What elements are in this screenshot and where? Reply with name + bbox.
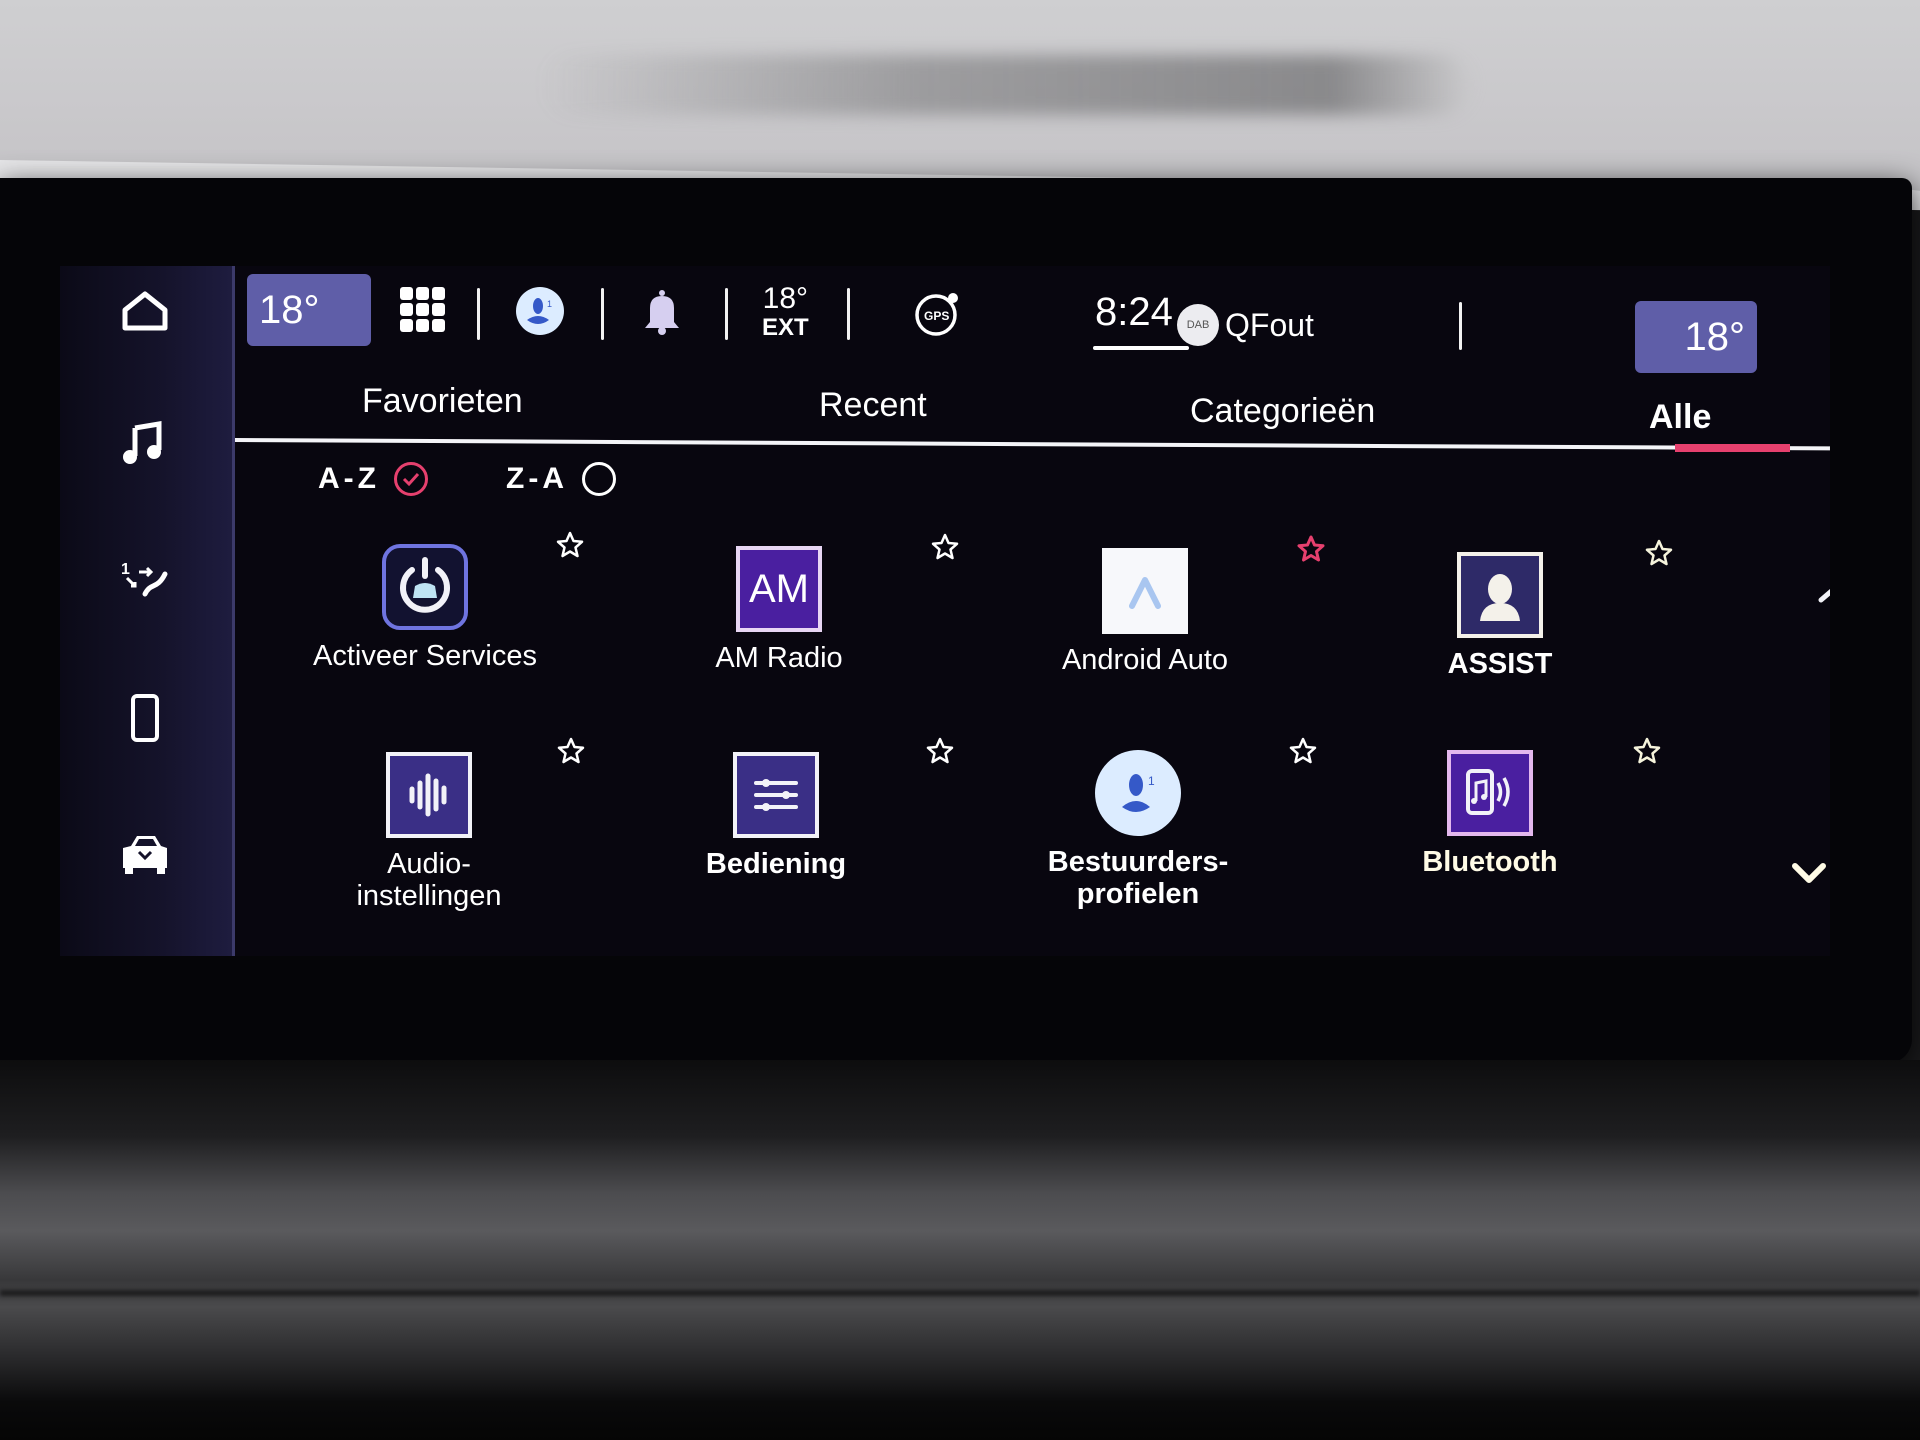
clock-underline xyxy=(1093,346,1189,350)
app-label: Bediening xyxy=(705,848,847,880)
clock[interactable]: 8:24 xyxy=(1095,290,1173,335)
app-label: Bestuurders- profielen xyxy=(1047,846,1229,911)
sort-z-a-label: Z-A xyxy=(506,462,568,495)
bluetooth-audio-icon xyxy=(1447,750,1533,836)
driver-profile-icon: 1 xyxy=(1095,750,1181,836)
profile-number: 1 xyxy=(547,299,552,309)
chevron-up-icon[interactable] xyxy=(1813,578,1830,608)
tab-categorieen[interactable]: Categorieën xyxy=(1190,392,1375,431)
gps-label: GPS xyxy=(924,309,949,323)
radio-station-name: QFout xyxy=(1225,306,1314,343)
favorite-star-icon[interactable] xyxy=(555,530,585,560)
tab-recent[interactable]: Recent xyxy=(819,386,927,425)
power-car-icon xyxy=(382,544,468,630)
tabs-divider xyxy=(234,438,1830,451)
android-auto-icon xyxy=(1102,548,1188,634)
app-label: Bluetooth xyxy=(1422,846,1558,878)
nav-navigation-button[interactable]: 1 xyxy=(100,540,190,620)
route-icon: 1 xyxy=(121,561,168,597)
side-nav: 1 xyxy=(60,266,235,956)
status-separator xyxy=(725,288,728,340)
status-separator xyxy=(847,288,850,340)
favorite-star-icon[interactable] xyxy=(1288,736,1318,766)
checked-radio-icon xyxy=(393,462,428,496)
app-bluetooth[interactable]: Bluetooth xyxy=(1340,750,1640,878)
active-tab-indicator xyxy=(1675,444,1790,452)
gps-icon: GPS xyxy=(915,293,958,336)
status-separator xyxy=(1459,302,1462,350)
infotainment-screen: 1 18° 1 18° EXT GPS 8:24 DAB QFout 18° F… xyxy=(60,266,1830,956)
status-bar: 18° 1 18° EXT GPS 8:24 DAB QFout 18° xyxy=(235,266,1830,373)
favorite-star-filled-icon[interactable] xyxy=(1296,534,1326,564)
passenger-temp-button[interactable]: 18° xyxy=(1635,301,1757,373)
profile-button[interactable]: 1 xyxy=(515,286,565,336)
app-label: AM Radio xyxy=(715,642,843,674)
passenger-temp-value: 18° xyxy=(1684,314,1746,359)
dashboard-seam xyxy=(0,1290,1920,1296)
nav-home-button[interactable] xyxy=(100,272,190,352)
exterior-temp: 18° EXT xyxy=(762,284,809,340)
sliders-icon xyxy=(733,752,819,838)
bell-icon xyxy=(645,290,679,335)
unchecked-radio-icon xyxy=(581,462,616,496)
home-icon xyxy=(122,291,168,331)
am-icon-text: AM xyxy=(749,566,809,611)
favorite-star-icon[interactable] xyxy=(556,736,586,766)
nav-media-button[interactable] xyxy=(100,402,190,482)
tab-favorieten[interactable]: Favorieten xyxy=(362,382,523,421)
sort-z-a-option[interactable]: Z-A xyxy=(506,462,616,496)
notifications-button[interactable] xyxy=(637,286,687,338)
status-separator xyxy=(601,288,604,340)
now-playing-radio[interactable]: DAB QFout xyxy=(1177,304,1314,346)
phone-icon xyxy=(131,694,159,742)
assist-agent-icon xyxy=(1457,552,1543,638)
svg-text:1: 1 xyxy=(121,561,130,578)
app-am-radio[interactable]: AM AM Radio xyxy=(629,546,929,674)
favorite-star-icon[interactable] xyxy=(1632,736,1662,766)
car-icon xyxy=(123,836,167,874)
gps-status: GPS xyxy=(913,288,963,338)
app-android-auto[interactable]: Android Auto xyxy=(995,548,1295,676)
sort-a-z-label: A-Z xyxy=(318,462,380,495)
tab-alle[interactable]: Alle xyxy=(1649,398,1711,437)
favorite-star-icon[interactable] xyxy=(925,736,955,766)
dashboard-lower xyxy=(0,1060,1920,1440)
driver-profile-icon: 1 xyxy=(516,287,564,335)
exterior-temp-label: EXT xyxy=(762,314,809,341)
profile-number: 1 xyxy=(1148,774,1155,788)
exterior-temp-value: 18° xyxy=(762,282,809,315)
app-label: ASSIST xyxy=(1447,648,1553,680)
driver-temp-button[interactable]: 18° xyxy=(247,274,371,346)
nav-phone-button[interactable] xyxy=(100,678,190,758)
app-label: Audio- instellingen xyxy=(356,848,502,913)
driver-temp-value: 18° xyxy=(259,287,320,332)
app-assist[interactable]: ASSIST xyxy=(1350,552,1650,680)
app-label: Android Auto xyxy=(1061,644,1229,676)
main-content: 18° 1 18° EXT GPS 8:24 DAB QFout 18° Fav… xyxy=(234,266,1830,956)
air-vent xyxy=(540,55,1470,115)
grid-icon xyxy=(400,287,445,332)
app-activeer-services[interactable]: Activeer Services xyxy=(275,544,575,672)
app-audio-instellingen[interactable]: Audio- instellingen xyxy=(279,752,579,913)
apps-grid-button[interactable] xyxy=(397,284,449,336)
am-radio-icon: AM xyxy=(736,546,822,632)
dab-icon: DAB xyxy=(1177,304,1219,346)
chevron-down-icon[interactable] xyxy=(1787,858,1830,888)
app-bestuurdersprofielen[interactable]: 1 Bestuurders- profielen xyxy=(988,750,1288,911)
favorite-star-icon[interactable] xyxy=(930,532,960,562)
app-bediening[interactable]: Bediening xyxy=(626,752,926,880)
app-label: Activeer Services xyxy=(312,640,537,672)
music-note-icon xyxy=(123,421,162,464)
dashboard-upper xyxy=(0,0,1920,211)
sort-a-z-option[interactable]: A-Z xyxy=(318,462,428,496)
nav-vehicle-button[interactable] xyxy=(100,814,190,894)
audio-waveform-icon xyxy=(386,752,472,838)
favorite-star-icon[interactable] xyxy=(1644,538,1674,568)
status-separator xyxy=(477,288,480,340)
